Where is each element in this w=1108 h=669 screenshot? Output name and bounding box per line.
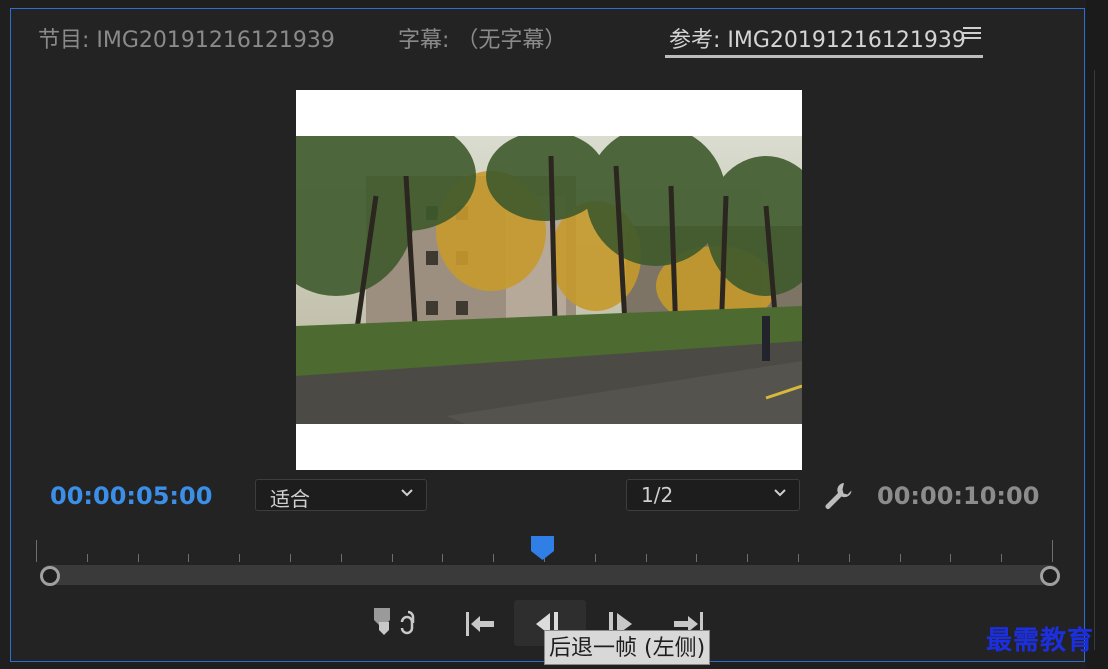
ruler-tick xyxy=(696,554,698,562)
scrub-bar[interactable] xyxy=(40,565,1060,585)
tooltip: 后退一帧 (左侧) xyxy=(544,630,711,665)
ruler-tick xyxy=(1001,554,1003,562)
tab-program[interactable]: 节目: IMG20191216121939 xyxy=(38,22,335,54)
chevron-down-icon xyxy=(401,489,413,497)
zoom-select-value: 适合 xyxy=(270,487,310,511)
ruler-tick xyxy=(1052,540,1053,562)
ruler-tick xyxy=(899,554,901,562)
ruler-tick xyxy=(290,554,291,562)
ruler-tick xyxy=(86,554,88,562)
ruler-tick xyxy=(594,554,596,562)
duration-timecode: 00:00:10:00 xyxy=(877,482,1040,510)
chevron-down-icon xyxy=(774,489,786,497)
hamburger-menu-icon[interactable] xyxy=(963,24,981,44)
ruler-tick xyxy=(442,554,444,562)
resolution-select[interactable]: 1/2 xyxy=(626,479,800,511)
ruler-tick xyxy=(137,554,139,562)
ruler-tick xyxy=(239,554,241,562)
ruler-tick xyxy=(950,554,952,562)
tab-captions[interactable]: 字幕: （无字幕） xyxy=(398,22,566,54)
playhead[interactable] xyxy=(531,536,554,560)
link-icon[interactable] xyxy=(388,600,432,646)
video-preview xyxy=(296,90,802,470)
tab-reference[interactable]: 参考: IMG20191216121939 xyxy=(669,22,966,54)
ruler-tick xyxy=(340,554,342,562)
go-to-in-icon[interactable] xyxy=(458,600,502,646)
current-timecode[interactable]: 00:00:05:00 xyxy=(50,482,212,510)
ruler-tick xyxy=(391,554,393,562)
zoom-select[interactable]: 适合 xyxy=(255,479,427,511)
ruler-tick xyxy=(493,554,495,562)
in-point-handle[interactable] xyxy=(40,566,60,586)
ruler-tick xyxy=(36,540,37,562)
out-point-handle[interactable] xyxy=(1040,566,1060,586)
active-tab-indicator xyxy=(665,55,983,58)
resolution-select-value: 1/2 xyxy=(641,483,674,507)
adjacent-panel-edge xyxy=(1086,0,1108,669)
ruler-tick xyxy=(645,554,647,562)
ruler-tick xyxy=(798,554,799,562)
watermark: 最需教育 xyxy=(986,626,1095,656)
ruler-tick xyxy=(747,554,749,562)
ruler-tick xyxy=(188,554,190,562)
wrench-icon[interactable] xyxy=(822,480,854,512)
ruler-tick xyxy=(848,554,850,562)
